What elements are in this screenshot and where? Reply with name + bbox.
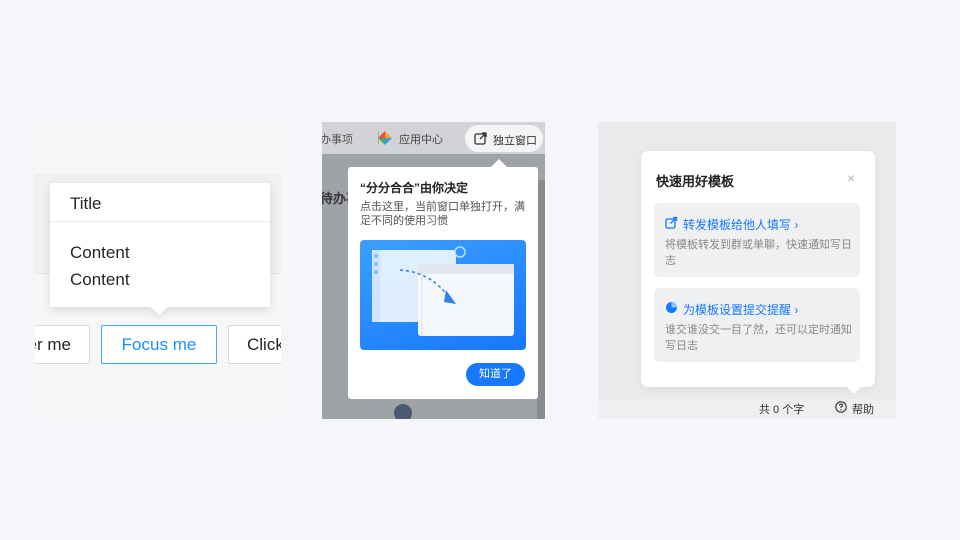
side-column [537,180,545,419]
popover-content-line: Content [70,270,130,289]
hover-button[interactable]: Hover me [35,325,90,364]
tip-description: 将模板转发到群或单聊，快速通知写日志 [665,239,852,267]
external-link-icon [665,216,678,232]
tips-card: 快速用好模板 × 转发模板给他人填写 › 将模板转发到群或单聊，快速通知写日志 … [641,151,875,394]
app-center-icon [378,131,392,150]
question-icon [835,401,847,416]
close-icon[interactable]: × [847,170,855,186]
card-title: 快速用好模板 [656,174,735,189]
tab-app-center[interactable]: 应用中心 [399,131,443,147]
guide-title: “分分合合”由你决定 [360,181,469,195]
tab-todo[interactable]: 办事项 [322,131,353,147]
popover-title: Title [50,183,270,222]
tip-item-forward[interactable]: 转发模板给他人填写 › 将模板转发到群或单聊，快速通知写日志 [654,203,860,277]
chevron-right-icon: › [794,218,799,232]
window-guide-panel: 办事项 应用中心 独立窗口 待办事 “分分合合”由你决定 点击这里，当前窗口单独… [322,122,545,419]
guide-popup: “分分合合”由你决定 点击这里，当前窗口单独打开，满足不同的使用习惯 知道了 [348,159,538,399]
popover-arrow [150,298,168,316]
popover-demo-panel: Title Content Content Hover me Focus me … [35,122,281,419]
standalone-window-button[interactable]: 独立窗口 [465,125,543,152]
tip-label: 转发模板给他人填写 [683,218,792,232]
standalone-window-label: 独立窗口 [493,135,537,147]
popover: Title Content Content [50,183,270,316]
guide-description: 点击这里，当前窗口单独打开，满足不同的使用习惯 [360,201,525,227]
pie-clock-icon [665,301,678,317]
top-bar: 办事项 应用中心 独立窗口 [322,122,545,154]
guide-illustration [360,240,526,350]
card-caret [847,387,861,394]
tip-heading: 为模板设置提交提醒 › [665,301,798,318]
popover-content-line: Content [70,243,130,262]
popout-window-icon [474,131,488,148]
help-label: 帮助 [852,404,874,416]
click-button[interactable]: Click me [228,325,281,364]
popover-content: Content Content [50,222,270,293]
tip-description: 谁交谁没交一目了然，还可以定时通知写日志 [665,324,852,352]
avatar [394,404,412,419]
guide-caret [491,159,507,167]
word-count: 共 0 个字 [759,404,805,416]
help-link[interactable]: 帮助 [835,401,874,417]
got-it-button[interactable]: 知道了 [466,363,525,386]
tip-item-reminder[interactable]: 为模板设置提交提醒 › 谁交谁没交一目了然，还可以定时通知写日志 [654,288,860,362]
focus-button[interactable]: Focus me [101,325,217,364]
chevron-right-icon: › [794,303,799,317]
tip-heading: 转发模板给他人填写 › [665,216,798,233]
tip-label: 为模板设置提交提醒 [683,303,792,317]
template-tips-panel: 快速用好模板 × 转发模板给他人填写 › 将模板转发到群或单聊，快速通知写日志 … [598,122,896,419]
